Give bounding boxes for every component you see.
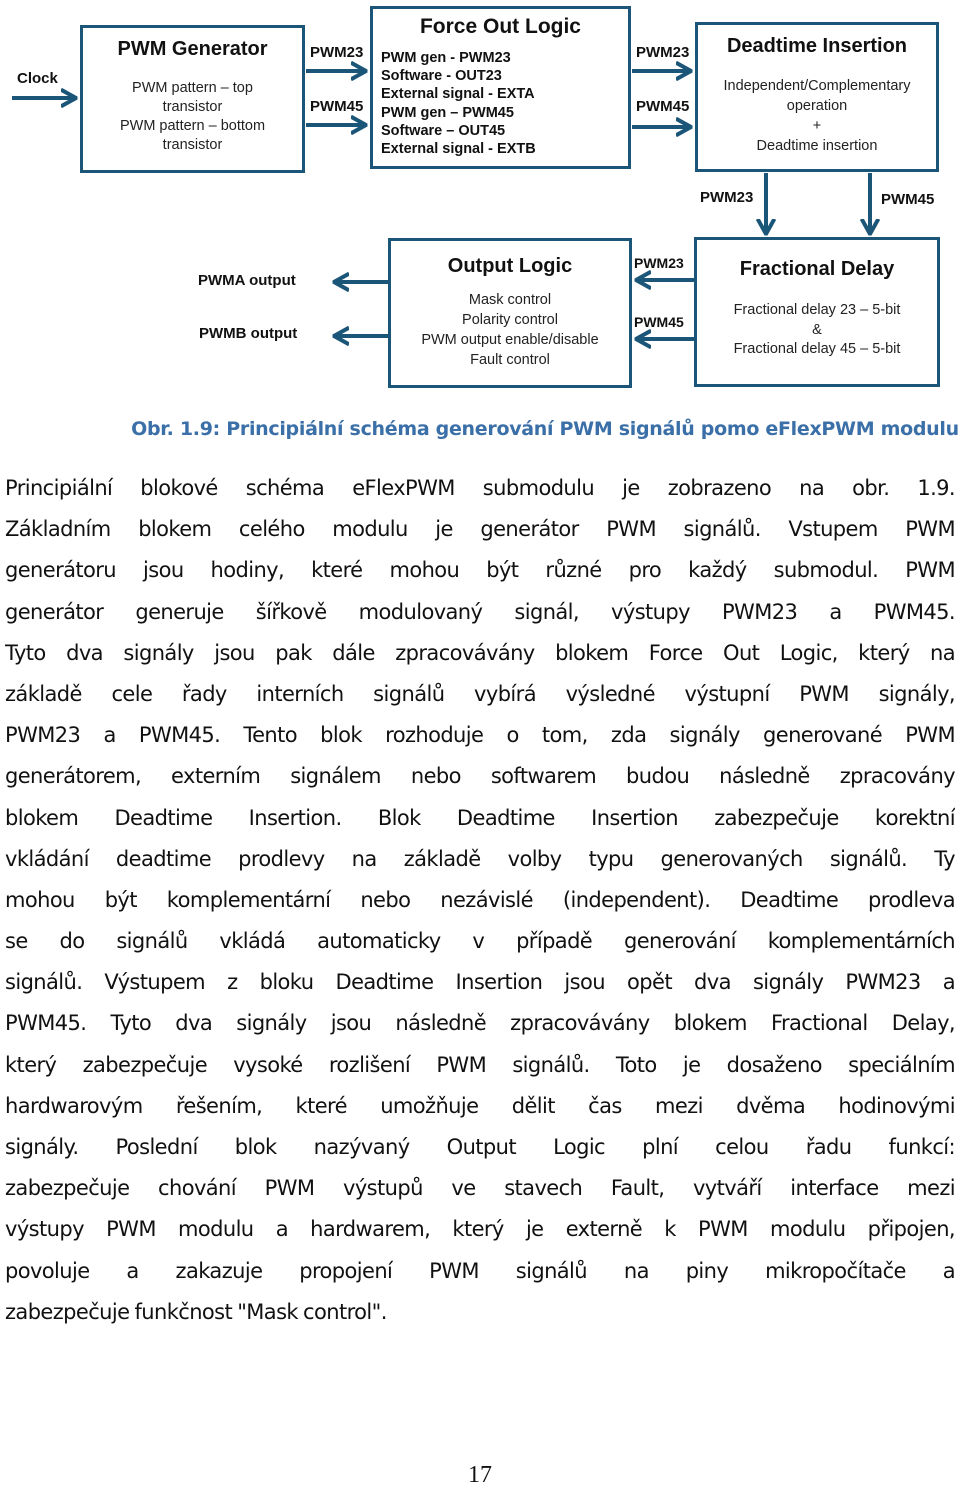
fractional-delay-block: Fractional Delay Fractional delay 23 – 5… <box>694 237 940 387</box>
body-text-line: generátorem, externím signálem nebo soft… <box>5 764 955 789</box>
output-logic-title: Output Logic <box>447 255 573 277</box>
pwm23-label-gen: PWM23 <box>310 44 364 61</box>
pwm-generator-line: PWM pattern – bottom <box>119 118 266 134</box>
fractional-delay-title: Fractional Delay <box>739 258 895 280</box>
pwm45-label-gen: PWM45 <box>310 98 364 115</box>
pwm45-label-forceout: PWM45 <box>636 98 690 115</box>
pwm-block-diagram: Clock PWM23 PWM45 PWM23 PWM45 PWM23 PWM4… <box>0 0 960 400</box>
body-paragraph: Principiální blokové schéma eFlexPWM sub… <box>5 468 955 1333</box>
body-text-line: vkládání deadtime prodlevy na základě vo… <box>5 846 955 871</box>
body-text-line: hardwarovým řešením, které umožňuje děli… <box>5 1093 955 1118</box>
force-out-input: External signal - EXTB <box>381 141 536 158</box>
pwm45-label-deadtime: PWM45 <box>881 191 935 208</box>
fractional-delay-line: Fractional delay 23 – 5-bit <box>733 302 901 318</box>
deadtime-line: + <box>812 118 822 134</box>
body-text-line: signálů. Výstupem z bloku Deadtime Inser… <box>5 970 955 995</box>
clock-label: Clock <box>17 70 58 87</box>
page-number: 17 <box>468 1462 492 1488</box>
deadtime-insertion-block: Deadtime Insertion Independent/Complemen… <box>695 22 939 172</box>
pwm45-label-fracdelay: PWM45 <box>634 314 684 330</box>
pwm23-label-forceout: PWM23 <box>636 44 690 61</box>
force-out-input: External signal - EXTA <box>381 86 535 103</box>
pwm-generator-block: PWM Generator PWM pattern – top transist… <box>80 25 305 173</box>
pwm23-label-fracdelay: PWM23 <box>634 255 684 271</box>
pwm23-label-deadtime: PWM23 <box>700 189 754 206</box>
body-text-line: generátor generuje šířkově modulovaný si… <box>5 599 955 624</box>
output-logic-block: Output Logic Mask control Polarity contr… <box>388 238 632 388</box>
deadtime-line: operation <box>786 98 848 114</box>
body-text-line: se do signálů vkládá automaticky v přípa… <box>5 929 955 954</box>
force-out-input: PWM gen – PWM45 <box>381 104 514 121</box>
body-text-line: Základním blokem celého modulu je generá… <box>5 517 955 542</box>
deadtime-insertion-title: Deadtime Insertion <box>726 35 908 57</box>
force-out-logic-block: Force Out Logic PWM gen - PWM23 Software… <box>370 6 631 169</box>
body-text-line: zabezpečuje chování PWM výstupů ve stave… <box>5 1176 955 1201</box>
output-logic-line: Polarity control <box>462 312 558 328</box>
body-text-line: signály. Poslední blok nazývaný Output L… <box>5 1135 955 1159</box>
body-text-line: výstupy PWM modulu a hardwarem, který je… <box>5 1217 955 1242</box>
body-text-line: blokem Deadtime Insertion. Blok Deadtime… <box>5 805 955 830</box>
force-out-input: Software - OUT23 <box>381 68 502 85</box>
pwmb-output-label: PWMB output <box>199 325 298 342</box>
body-text-line: mohou být komplementární nebo nezávislé … <box>5 887 955 912</box>
fractional-delay-line: & <box>812 321 822 338</box>
body-text-line: zabezpečuje funkčnost "Mask control". <box>5 1299 387 1324</box>
output-logic-line: Fault control <box>470 352 550 368</box>
force-out-input: PWM gen - PWM23 <box>381 50 511 66</box>
deadtime-line: Independent/Complementary <box>723 78 911 94</box>
body-text-line: Tyto dva signály jsou pak dále zpracováv… <box>5 640 955 665</box>
body-text-line: povoluje a zakazuje propojení PWM signál… <box>5 1258 955 1283</box>
pwm-generator-line: PWM pattern – top <box>132 80 253 96</box>
pwm-generator-title: PWM Generator <box>117 38 268 60</box>
pwm-generator-line: transistor <box>162 99 223 115</box>
output-logic-line: PWM output enable/disable <box>421 332 599 348</box>
output-logic-line: Mask control <box>468 292 552 308</box>
body-text-line: který zabezpečuje vysoké rozlišení PWM s… <box>5 1052 955 1077</box>
figure-caption: Obr. 1.9: Principiální schéma generování… <box>131 418 959 440</box>
body-text-line: PWM23 a PWM45. Tento blok rozhoduje o to… <box>5 723 955 748</box>
body-text-line: Principiální blokové schéma eFlexPWM sub… <box>5 476 955 500</box>
body-text-line: základě cele řady interních signálů vybí… <box>5 681 955 706</box>
pwm-generator-line: transistor <box>162 137 223 153</box>
force-out-logic-title: Force Out Logic <box>419 15 581 38</box>
body-text-line: PWM45. Tyto dva signály jsou následně zp… <box>5 1011 955 1036</box>
body-text-line: generátoru jsou hodiny, které mohou být … <box>5 558 955 583</box>
deadtime-line: Deadtime insertion <box>756 138 878 154</box>
fractional-delay-line: Fractional delay 45 – 5-bit <box>733 341 901 357</box>
pwma-output-label: PWMA output <box>198 272 296 289</box>
force-out-input: Software – OUT45 <box>381 122 506 139</box>
